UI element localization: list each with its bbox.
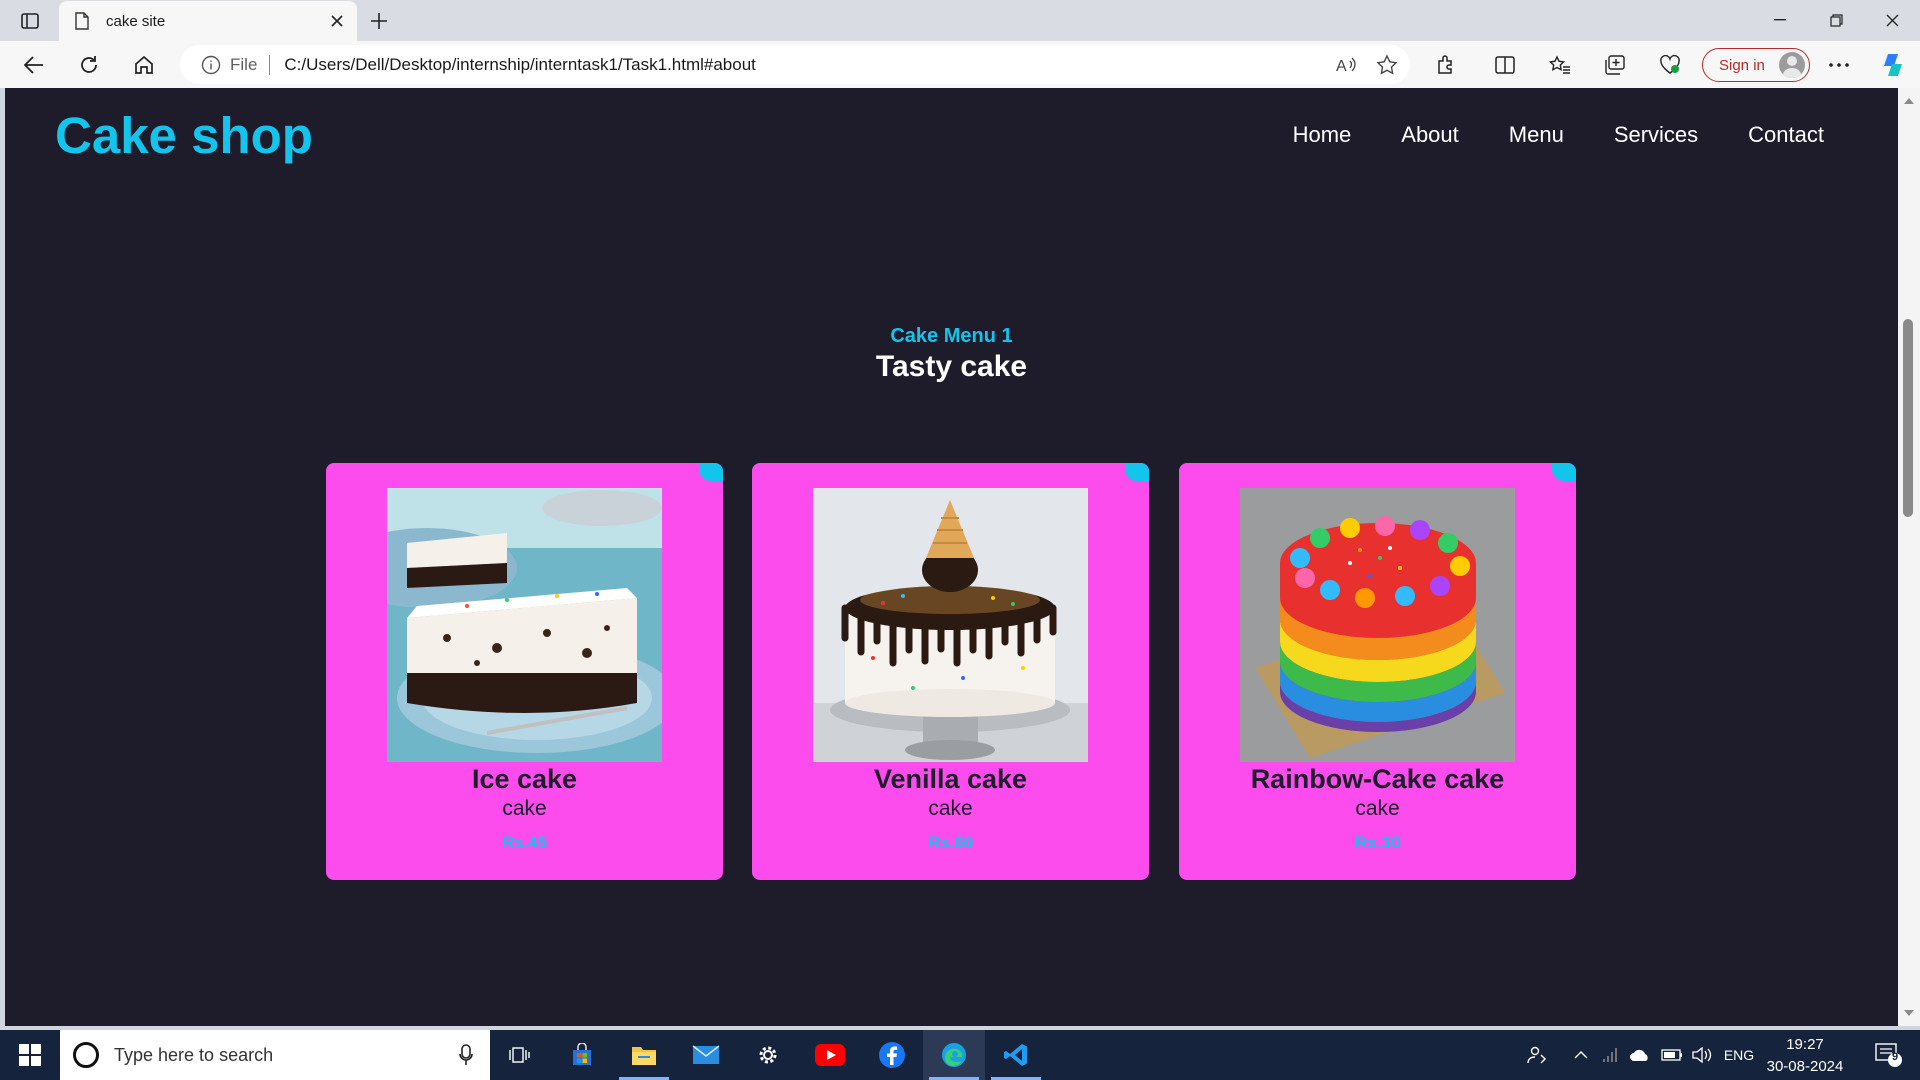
rainbow-cake-image xyxy=(1240,488,1515,762)
ice-cake-image xyxy=(387,488,662,762)
card-price: Rs.30 xyxy=(1354,833,1401,852)
page-icon xyxy=(72,11,92,31)
browser-toolbar: File C:/Users/Dell/Desktop/internship/in… xyxy=(0,41,1920,88)
tab-actions-icon[interactable] xyxy=(10,8,50,34)
minimize-icon[interactable] xyxy=(1752,0,1808,40)
wifi-icon[interactable] xyxy=(1596,1030,1622,1080)
nav-contact[interactable]: Contact xyxy=(1748,122,1824,148)
clock-time: 19:27 xyxy=(1786,1036,1824,1053)
clock-date: 30-08-2024 xyxy=(1766,1058,1844,1075)
back-arrow-icon[interactable] xyxy=(17,49,51,81)
scrollbar-thumb[interactable] xyxy=(1903,319,1913,517)
window-controls xyxy=(1752,0,1920,40)
vscode-icon[interactable] xyxy=(985,1030,1047,1080)
mail-icon[interactable] xyxy=(675,1030,737,1080)
read-aloud-icon[interactable]: A xyxy=(1330,50,1364,80)
new-tab-icon[interactable] xyxy=(364,6,394,36)
cortana-icon xyxy=(73,1042,99,1068)
notifications-icon[interactable]: 9 xyxy=(1866,1030,1912,1080)
nav-home[interactable]: Home xyxy=(1293,122,1352,148)
info-icon[interactable] xyxy=(200,54,222,76)
close-tab-icon[interactable] xyxy=(323,7,351,35)
menu-card[interactable]: Rainbow-Cake cake cake Rs.30 xyxy=(1179,463,1576,880)
language-indicator[interactable]: ENG xyxy=(1718,1030,1760,1080)
card-title: Ice cake xyxy=(471,764,578,794)
card-corner-accent xyxy=(1125,463,1149,481)
page-viewport: Cake shop Home About Menu Services Conta… xyxy=(5,88,1898,1026)
settings-gear-icon[interactable] xyxy=(737,1030,799,1080)
card-type: cake xyxy=(928,797,973,820)
performance-heart-icon[interactable] xyxy=(1653,49,1687,81)
site-logo[interactable]: Cake shop xyxy=(55,106,313,165)
vanilla-cake-image xyxy=(813,488,1088,762)
tab-bar: cake site xyxy=(0,0,1920,41)
card-type: cake xyxy=(502,797,547,820)
page-scrollbar[interactable] xyxy=(1898,88,1920,1026)
chevron-up-icon[interactable] xyxy=(1568,1030,1594,1080)
menu-card[interactable]: Venilla cake cake Rs.60 xyxy=(752,463,1149,880)
sign-in-button[interactable]: Sign in xyxy=(1702,48,1810,82)
avatar xyxy=(1779,52,1805,78)
microphone-icon[interactable] xyxy=(456,1042,476,1068)
favorites-icon[interactable] xyxy=(1543,49,1577,81)
notification-count: 9 xyxy=(1892,1051,1899,1063)
copilot-icon[interactable] xyxy=(1876,49,1910,81)
browser-tab[interactable]: cake site xyxy=(59,1,357,41)
extensions-icon[interactable] xyxy=(1428,49,1462,81)
menu-card[interactable]: Ice cake cake Rs.45 xyxy=(326,463,723,880)
card-type: cake xyxy=(1355,797,1400,820)
section-title: Tasty cake xyxy=(875,350,1028,383)
volume-icon[interactable] xyxy=(1688,1030,1716,1080)
home-icon[interactable] xyxy=(127,49,161,81)
card-corner-accent xyxy=(699,463,723,481)
nav-about[interactable]: About xyxy=(1401,122,1459,148)
taskbar: Type here to search ENG 19:27 30-08-2024… xyxy=(0,1030,1920,1080)
facebook-icon[interactable] xyxy=(861,1030,923,1080)
card-corner-accent xyxy=(1552,463,1576,481)
split-screen-icon[interactable] xyxy=(1488,49,1522,81)
file-explorer-icon[interactable] xyxy=(613,1030,675,1080)
nav-services[interactable]: Services xyxy=(1614,122,1698,148)
tab-title: cake site xyxy=(106,12,166,30)
people-icon[interactable] xyxy=(1522,1030,1552,1080)
edge-browser-icon[interactable] xyxy=(923,1030,985,1080)
nav-menu[interactable]: Menu xyxy=(1509,122,1564,148)
collections-icon[interactable] xyxy=(1598,49,1632,81)
onedrive-icon[interactable] xyxy=(1626,1030,1654,1080)
search-placeholder: Type here to search xyxy=(114,1044,274,1065)
close-window-icon[interactable] xyxy=(1864,0,1920,40)
more-options-icon[interactable] xyxy=(1822,49,1856,81)
address-separator xyxy=(269,54,271,75)
system-clock[interactable]: 19:27 30-08-2024 xyxy=(1760,1034,1850,1078)
card-price: Rs.60 xyxy=(927,833,974,852)
card-title: Venilla cake xyxy=(873,764,1028,794)
main-nav: Home About Menu Services Contact xyxy=(1293,122,1824,148)
task-view-icon[interactable] xyxy=(489,1030,551,1080)
card-price: Rs.45 xyxy=(501,833,548,852)
windows-start-icon[interactable] xyxy=(0,1030,60,1080)
card-title: Rainbow-Cake cake xyxy=(1250,764,1505,794)
section-subtitle: Cake Menu 1 xyxy=(890,325,1013,347)
url-text[interactable]: C:/Users/Dell/Desktop/internship/internt… xyxy=(284,55,1330,75)
scroll-down-icon[interactable] xyxy=(1904,1010,1914,1016)
restore-icon[interactable] xyxy=(1808,0,1864,40)
store-icon[interactable] xyxy=(551,1030,613,1080)
refresh-icon[interactable] xyxy=(72,49,106,81)
youtube-icon[interactable] xyxy=(799,1030,861,1080)
scroll-up-icon[interactable] xyxy=(1904,98,1914,104)
svg-text:A: A xyxy=(1336,58,1347,75)
taskbar-search-box[interactable]: Type here to search xyxy=(60,1030,490,1080)
address-prefix: File xyxy=(230,54,258,74)
favorite-star-icon[interactable] xyxy=(1370,50,1404,80)
address-bar[interactable]: File C:/Users/Dell/Desktop/internship/in… xyxy=(180,45,1410,84)
sign-in-label: Sign in xyxy=(1719,56,1765,74)
battery-icon[interactable] xyxy=(1658,1030,1686,1080)
